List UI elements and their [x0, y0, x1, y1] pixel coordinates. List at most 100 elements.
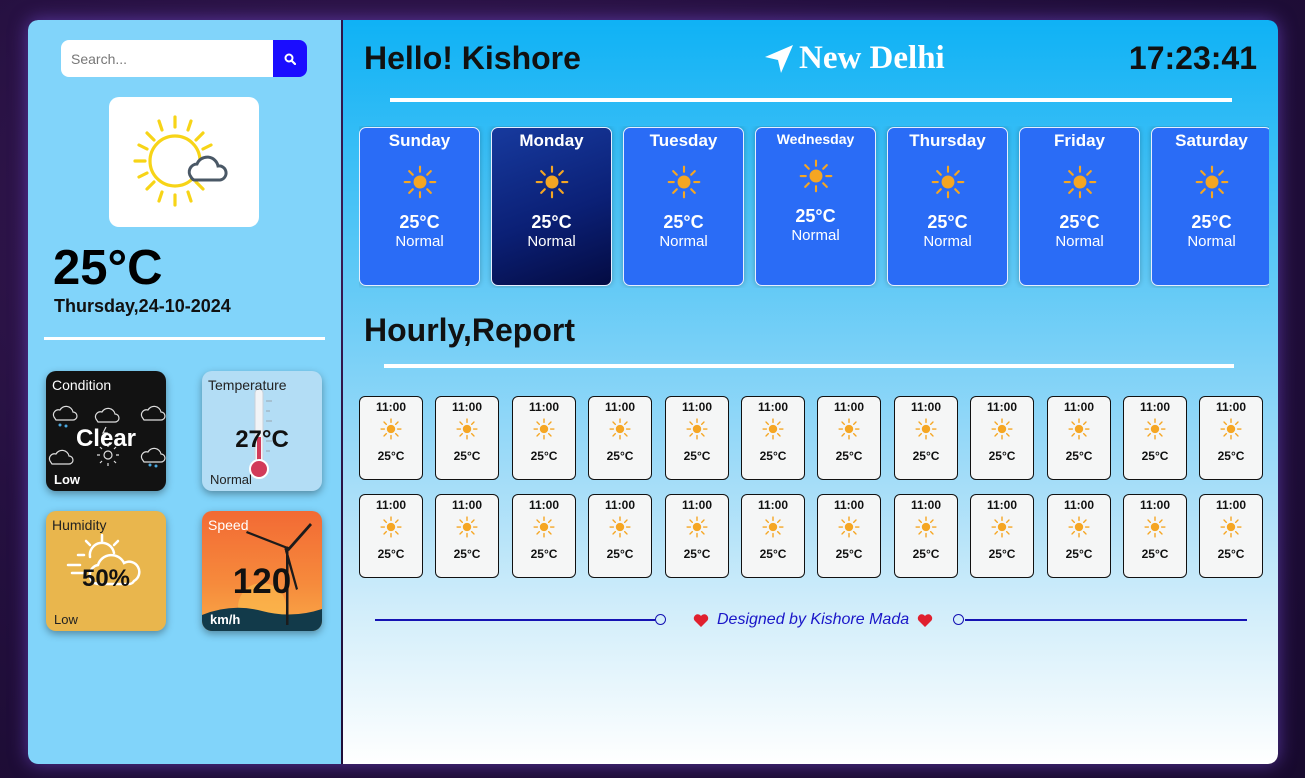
- location-arrow-icon: [765, 44, 793, 73]
- sun-icon: [456, 516, 478, 538]
- hourly-card: 11:00 25°C: [817, 494, 881, 578]
- hour-temperature: 25°C: [835, 449, 863, 463]
- hourly-card: 11:00 25°C: [359, 396, 423, 480]
- day-card-saturday[interactable]: Saturday 25°C Normal: [1151, 127, 1269, 286]
- condition-tile: Condition Clear Low: [46, 371, 166, 491]
- hour-temperature: 25°C: [377, 449, 405, 463]
- sun-icon: [667, 165, 700, 199]
- hour-temperature: 25°C: [988, 449, 1016, 463]
- greeting: Hello! Kishore: [364, 40, 581, 76]
- hour-temperature: 25°C: [606, 449, 634, 463]
- day-condition: Normal: [1055, 233, 1104, 250]
- footer-dot-left: [655, 614, 666, 625]
- hourly-card: 11:00 25°C: [894, 494, 958, 578]
- hour-temperature: 25°C: [759, 449, 787, 463]
- hour-temperature: 25°C: [530, 547, 558, 561]
- day-temperature: 25°C: [795, 206, 836, 226]
- sun-icon: [1068, 418, 1090, 440]
- hour-temperature: 25°C: [912, 547, 940, 561]
- hour-time: 11:00: [681, 498, 713, 512]
- sun-icon: [456, 418, 478, 440]
- day-condition: Normal: [395, 233, 444, 250]
- sun-icon: [915, 516, 937, 538]
- hour-weather-icon: [895, 418, 957, 445]
- day-condition: Normal: [1187, 233, 1236, 250]
- city-name: New Delhi: [763, 40, 945, 77]
- divider: [384, 364, 1234, 368]
- day-card-thursday[interactable]: Thursday 25°C Normal: [887, 127, 1008, 286]
- sun-icon: [838, 418, 860, 440]
- hour-time: 11:00: [910, 400, 942, 414]
- day-card-wednesday[interactable]: Wednesday 25°C Normal: [755, 127, 876, 286]
- day-card-sunday[interactable]: Sunday 25°C Normal: [359, 127, 480, 286]
- sun-icon: [991, 516, 1013, 538]
- hour-temperature: 25°C: [1065, 547, 1093, 561]
- hour-temperature: 25°C: [988, 547, 1016, 561]
- day-temperature: 25°C: [1059, 212, 1100, 232]
- hour-time: 11:00: [833, 498, 865, 512]
- footer-text: Designed by Kishore Mada: [717, 611, 910, 628]
- hourly-card: 11:00 25°C: [741, 396, 805, 480]
- speed-value: 120: [232, 562, 292, 601]
- day-weather-icon: [1020, 165, 1139, 204]
- temperature-label: Temperature: [208, 377, 287, 393]
- hourly-card: 11:00 25°C: [435, 494, 499, 578]
- hour-weather-icon: [513, 418, 575, 445]
- daily-forecast-strip[interactable]: Sunday 25°C Normal Monday 25°C Normal Tuesday 2…: [359, 126, 1269, 288]
- day-temperature: 25°C: [531, 212, 572, 232]
- hour-weather-icon: [1048, 516, 1110, 543]
- sun-icon: [609, 418, 631, 440]
- hour-time: 11:00: [528, 498, 560, 512]
- search-input[interactable]: [61, 40, 273, 77]
- hour-time: 11:00: [375, 400, 407, 414]
- hour-weather-icon: [589, 418, 651, 445]
- hour-time: 11:00: [1139, 400, 1171, 414]
- heart-icon: [693, 613, 709, 627]
- sun-icon: [1144, 516, 1166, 538]
- hour-time: 11:00: [604, 498, 636, 512]
- hour-time: 11:00: [1063, 400, 1095, 414]
- hour-weather-icon: [1124, 418, 1186, 445]
- hour-weather-icon: [666, 516, 728, 543]
- day-temperature: 25°C: [927, 212, 968, 232]
- hour-temperature: 25°C: [453, 449, 481, 463]
- hour-time: 11:00: [1215, 400, 1247, 414]
- hourly-card: 11:00 25°C: [1199, 494, 1263, 578]
- sun-cloud-icon: [133, 115, 228, 207]
- weather-app: 25°C Thursday,24-10-2024 Condition: [28, 20, 1278, 764]
- humidity-label: Humidity: [52, 517, 107, 533]
- hourly-card: 11:00 25°C: [588, 494, 652, 578]
- speed-label: Speed: [208, 517, 249, 533]
- sun-icon: [533, 516, 555, 538]
- day-condition: Normal: [791, 227, 840, 244]
- day-name: Monday: [519, 131, 584, 150]
- sun-icon: [762, 418, 784, 440]
- sun-icon: [799, 159, 832, 193]
- search-button[interactable]: [273, 40, 307, 77]
- sun-icon: [1068, 516, 1090, 538]
- hourly-card: 11:00 25°C: [970, 494, 1034, 578]
- day-name: Wednesday: [776, 131, 855, 147]
- sun-icon: [762, 516, 784, 538]
- hour-time: 11:00: [1063, 498, 1095, 512]
- day-weather-icon: [624, 165, 743, 204]
- current-temperature: 25°C: [53, 241, 163, 295]
- hour-weather-icon: [1124, 516, 1186, 543]
- hour-temperature: 25°C: [530, 449, 558, 463]
- day-weather-icon: [492, 165, 611, 204]
- sun-icon: [609, 516, 631, 538]
- day-card-friday[interactable]: Friday 25°C Normal: [1019, 127, 1140, 286]
- hourly-card: 11:00 25°C: [512, 494, 576, 578]
- divider: [390, 98, 1232, 102]
- temperature-tile: Temperature 27°C Normal: [202, 371, 322, 491]
- clock: 17:23:41: [1128, 40, 1257, 76]
- day-condition: Normal: [527, 233, 576, 250]
- current-weather-icon-card: [109, 97, 259, 227]
- day-card-tuesday[interactable]: Tuesday 25°C Normal: [623, 127, 744, 286]
- footer-dot-right: [953, 614, 964, 625]
- day-name: Thursday: [909, 131, 986, 150]
- hourly-card: 11:00 25°C: [359, 494, 423, 578]
- sun-icon: [1195, 165, 1228, 199]
- day-card-monday[interactable]: Monday 25°C Normal: [491, 127, 612, 286]
- hour-time: 11:00: [833, 400, 865, 414]
